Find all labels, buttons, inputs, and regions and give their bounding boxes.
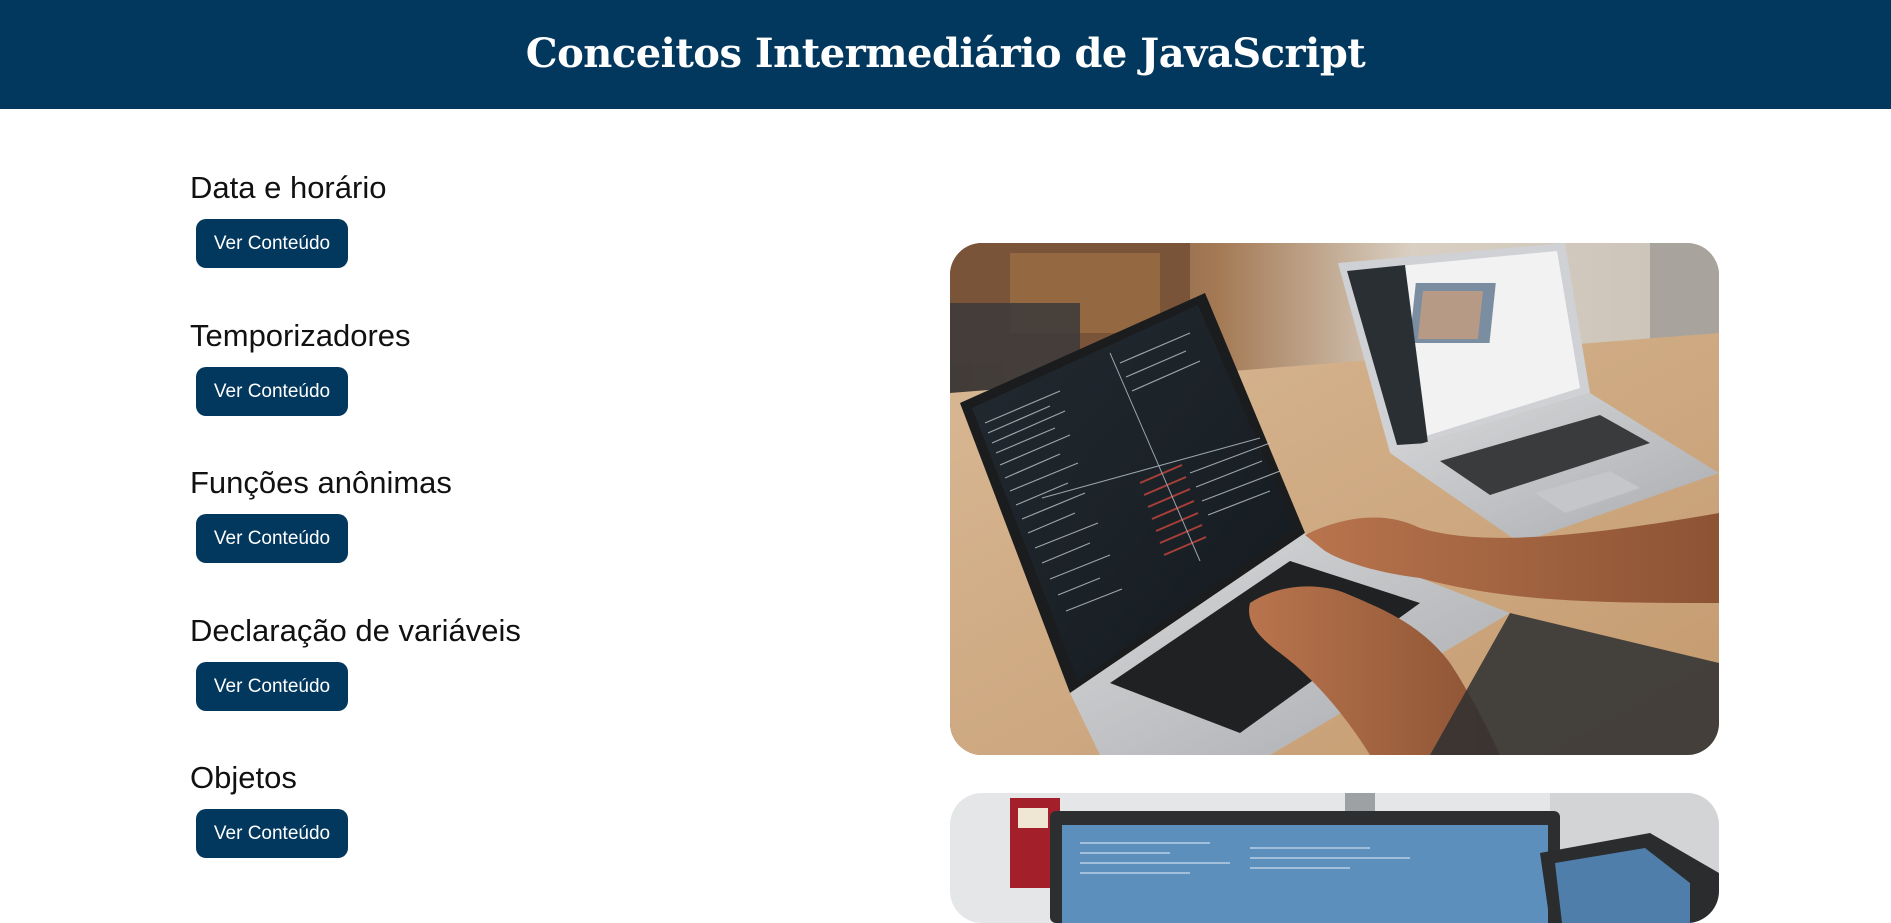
topic-objetos: Objetos Ver Conteúdo (190, 760, 348, 858)
topic-title: Funções anônimas (190, 465, 452, 500)
monitor-photo (950, 793, 1719, 923)
monitor-photo-illustration (950, 793, 1719, 923)
ver-conteudo-button[interactable]: Ver Conteúdo (196, 809, 348, 858)
topic-data-e-horario: Data e horário Ver Conteúdo (190, 170, 387, 268)
ver-conteudo-button[interactable]: Ver Conteúdo (196, 367, 348, 416)
ver-conteudo-button[interactable]: Ver Conteúdo (196, 219, 348, 268)
topic-title: Temporizadores (190, 318, 411, 353)
laptop-photo-illustration (950, 243, 1719, 755)
topic-title: Data e horário (190, 170, 387, 205)
laptop-photo (950, 243, 1719, 755)
topic-temporizadores: Temporizadores Ver Conteúdo (190, 318, 411, 416)
topic-title: Declaração de variáveis (190, 613, 521, 648)
topic-declaracao-de-variaveis: Declaração de variáveis Ver Conteúdo (190, 613, 521, 711)
page-header: Conceitos Intermediário de JavaScript (0, 0, 1891, 109)
page-title: Conceitos Intermediário de JavaScript (525, 30, 1366, 77)
topic-title: Objetos (190, 760, 297, 795)
ver-conteudo-button[interactable]: Ver Conteúdo (196, 662, 348, 711)
ver-conteudo-button[interactable]: Ver Conteúdo (196, 514, 348, 563)
topic-funcoes-anonimas: Funções anônimas Ver Conteúdo (190, 465, 452, 563)
